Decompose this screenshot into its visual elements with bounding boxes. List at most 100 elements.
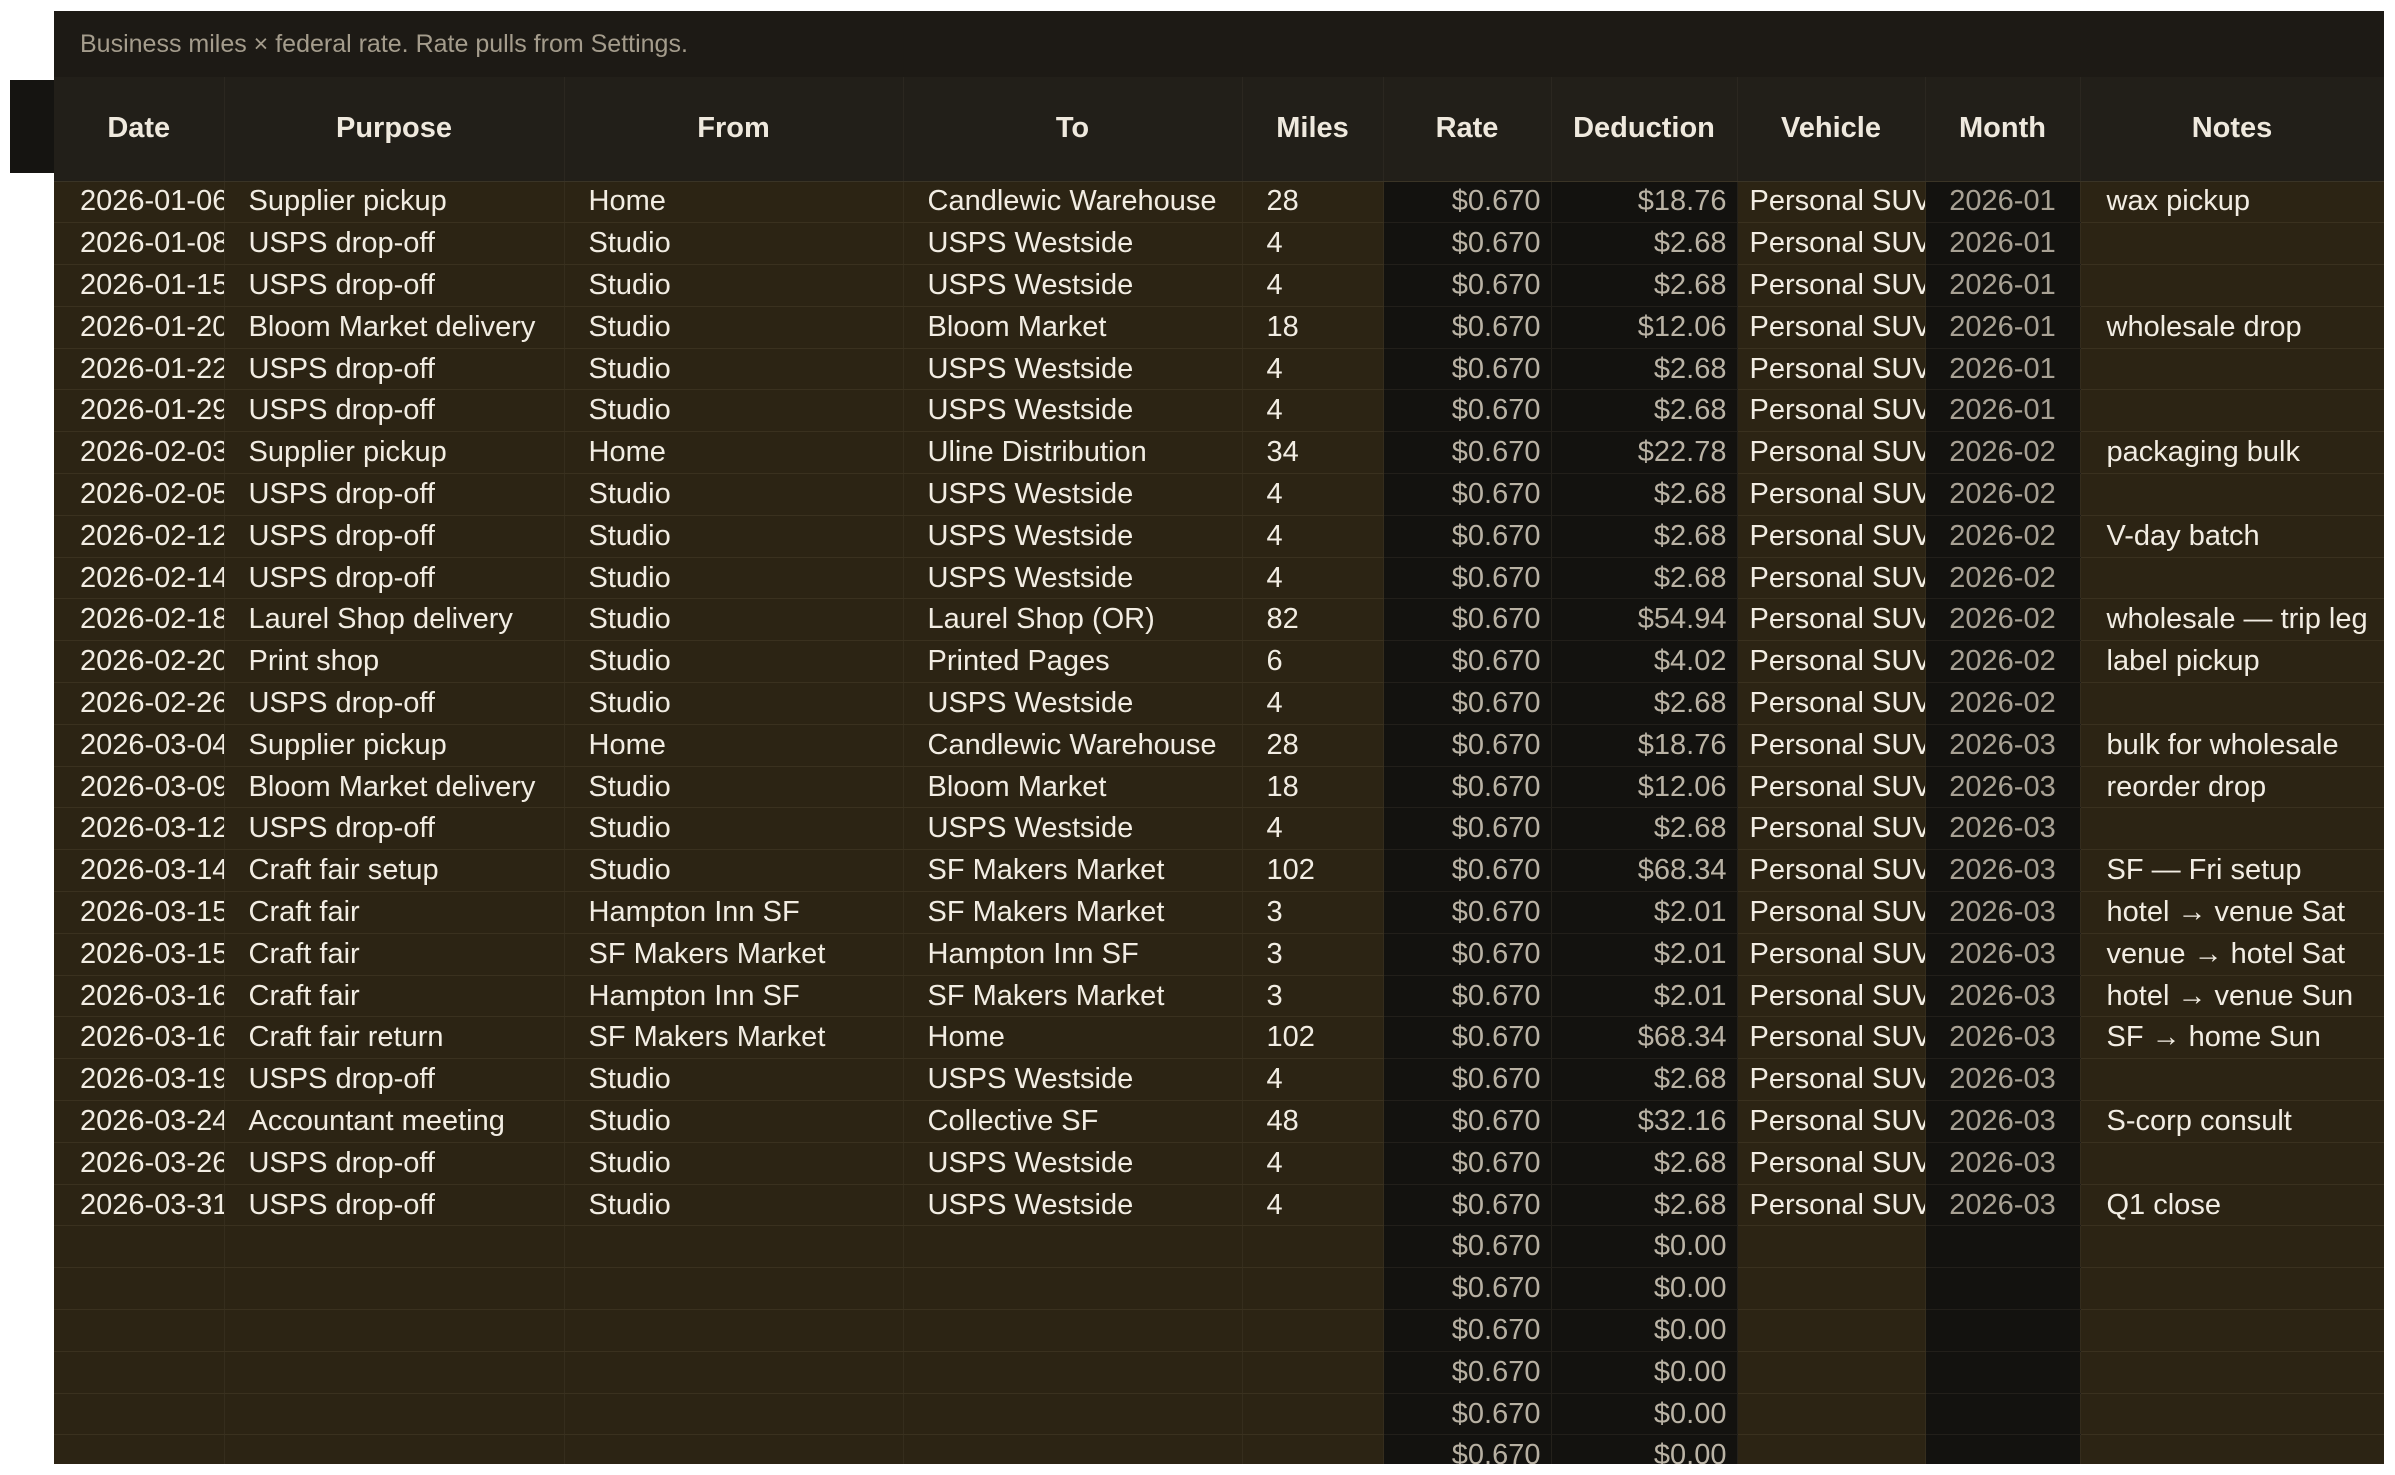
cell-ded[interactable]: $0.00 — [1551, 1434, 1738, 1464]
cell-month[interactable]: 2026-02 — [1925, 473, 2081, 516]
cell-ded[interactable]: $0.00 — [1551, 1267, 1738, 1311]
cell-notes[interactable] — [2080, 222, 2384, 266]
cell-rate[interactable]: $0.670 — [1383, 640, 1552, 684]
cell-to[interactable] — [903, 1309, 1243, 1352]
cell-from[interactable] — [564, 1309, 904, 1352]
cell-month[interactable]: 2026-03 — [1925, 724, 2081, 767]
cell-vehicle[interactable] — [1737, 1393, 1926, 1436]
cell-from[interactable]: Home — [564, 431, 904, 475]
cell-month[interactable]: 2026-02 — [1925, 682, 2081, 725]
cell-vehicle[interactable]: Personal SUV — [1737, 807, 1926, 851]
cell-month[interactable]: 2026-03 — [1925, 1100, 2081, 1143]
cell-month[interactable]: 2026-03 — [1925, 849, 2081, 893]
cell-date[interactable]: 2026-01-06 — [54, 181, 225, 224]
cell-to[interactable]: USPS Westside — [903, 473, 1243, 516]
cell-miles[interactable]: 3 — [1242, 933, 1384, 976]
cell-notes[interactable] — [2080, 264, 2384, 307]
cell-purpose[interactable] — [224, 1309, 565, 1352]
cell-purpose[interactable]: Supplier pickup — [224, 181, 565, 224]
cell-notes[interactable] — [2080, 1225, 2384, 1269]
cell-notes[interactable]: bulk for wholesale — [2080, 724, 2384, 767]
cell-vehicle[interactable]: Personal SUV — [1737, 1100, 1926, 1143]
cell-notes[interactable] — [2080, 1393, 2384, 1436]
cell-date[interactable]: 2026-03-16 — [54, 975, 225, 1018]
cell-to[interactable]: USPS Westside — [903, 1142, 1243, 1185]
cell-from[interactable] — [564, 1393, 904, 1436]
cell-ded[interactable]: $2.68 — [1551, 515, 1738, 558]
cell-purpose[interactable]: Supplier pickup — [224, 431, 565, 475]
cell-rate[interactable]: $0.670 — [1383, 264, 1552, 307]
cell-vehicle[interactable]: Personal SUV — [1737, 1016, 1926, 1060]
cell-month[interactable]: 2026-03 — [1925, 891, 2081, 934]
cell-ded[interactable]: $2.68 — [1551, 682, 1738, 725]
cell-to[interactable]: Printed Pages — [903, 640, 1243, 684]
cell-miles[interactable]: 82 — [1242, 598, 1384, 642]
cell-rate[interactable]: $0.670 — [1383, 1058, 1552, 1102]
cell-notes[interactable] — [2080, 1434, 2384, 1464]
cell-vehicle[interactable]: Personal SUV — [1737, 181, 1926, 224]
cell-ded[interactable]: $22.78 — [1551, 431, 1738, 475]
cell-to[interactable]: Hampton Inn SF — [903, 933, 1243, 976]
cell-date[interactable]: 2026-02-12 — [54, 515, 225, 558]
cell-vehicle[interactable]: Personal SUV — [1737, 933, 1926, 976]
cell-to[interactable]: Laurel Shop (OR) — [903, 598, 1243, 642]
cell-ded[interactable]: $32.16 — [1551, 1100, 1738, 1143]
cell-month[interactable]: 2026-01 — [1925, 264, 2081, 307]
cell-to[interactable]: Uline Distribution — [903, 431, 1243, 475]
cell-rate[interactable]: $0.670 — [1383, 181, 1552, 224]
cell-ded[interactable]: $2.01 — [1551, 891, 1738, 934]
cell-miles[interactable]: 4 — [1242, 682, 1384, 725]
cell-from[interactable]: Studio — [564, 306, 904, 349]
cell-vehicle[interactable] — [1737, 1225, 1926, 1269]
cell-notes[interactable]: S-corp consult — [2080, 1100, 2384, 1143]
cell-miles[interactable]: 102 — [1242, 1016, 1384, 1060]
col-header-vehicle[interactable]: Vehicle — [1737, 77, 1926, 182]
cell-from[interactable]: Studio — [564, 1184, 904, 1227]
cell-purpose[interactable] — [224, 1267, 565, 1311]
cell-date[interactable]: 2026-02-26 — [54, 682, 225, 725]
col-header-date[interactable]: Date — [54, 77, 225, 182]
cell-notes[interactable] — [2080, 473, 2384, 516]
cell-ded[interactable]: $4.02 — [1551, 640, 1738, 684]
cell-from[interactable]: Studio — [564, 515, 904, 558]
cell-notes[interactable] — [2080, 807, 2384, 851]
cell-vehicle[interactable]: Personal SUV — [1737, 557, 1926, 600]
cell-vehicle[interactable]: Personal SUV — [1737, 891, 1926, 934]
cell-purpose[interactable]: USPS drop-off — [224, 1184, 565, 1227]
cell-miles[interactable]: 18 — [1242, 306, 1384, 349]
cell-from[interactable]: Studio — [564, 557, 904, 600]
cell-vehicle[interactable]: Personal SUV — [1737, 306, 1926, 349]
cell-notes[interactable]: V-day batch — [2080, 515, 2384, 558]
cell-from[interactable]: Hampton Inn SF — [564, 891, 904, 934]
cell-date[interactable]: 2026-03-26 — [54, 1142, 225, 1185]
cell-from[interactable]: Studio — [564, 222, 904, 266]
cell-month[interactable]: 2026-02 — [1925, 515, 2081, 558]
cell-month[interactable]: 2026-03 — [1925, 1142, 2081, 1185]
col-header-purpose[interactable]: Purpose — [224, 77, 565, 182]
cell-rate[interactable]: $0.670 — [1383, 557, 1552, 600]
cell-rate[interactable]: $0.670 — [1383, 222, 1552, 266]
cell-to[interactable]: SF Makers Market — [903, 849, 1243, 893]
cell-purpose[interactable] — [224, 1393, 565, 1436]
cell-purpose[interactable]: Craft fair — [224, 933, 565, 976]
cell-ded[interactable]: $18.76 — [1551, 181, 1738, 224]
cell-purpose[interactable]: USPS drop-off — [224, 682, 565, 725]
cell-date[interactable]: 2026-03-19 — [54, 1058, 225, 1102]
cell-from[interactable]: Studio — [564, 389, 904, 433]
cell-rate[interactable]: $0.670 — [1383, 1309, 1552, 1352]
cell-month[interactable] — [1925, 1225, 2081, 1269]
cell-rate[interactable]: $0.670 — [1383, 306, 1552, 349]
cell-to[interactable]: SF Makers Market — [903, 975, 1243, 1018]
cell-vehicle[interactable] — [1737, 1434, 1926, 1464]
cell-ded[interactable]: $0.00 — [1551, 1225, 1738, 1269]
cell-to[interactable]: USPS Westside — [903, 389, 1243, 433]
cell-month[interactable] — [1925, 1309, 2081, 1352]
cell-month[interactable]: 2026-03 — [1925, 1184, 2081, 1227]
cell-purpose[interactable]: USPS drop-off — [224, 389, 565, 433]
cell-purpose[interactable]: USPS drop-off — [224, 1142, 565, 1185]
cell-month[interactable]: 2026-01 — [1925, 306, 2081, 349]
cell-rate[interactable]: $0.670 — [1383, 682, 1552, 725]
cell-miles[interactable]: 4 — [1242, 1184, 1384, 1227]
cell-miles[interactable] — [1242, 1434, 1384, 1464]
cell-purpose[interactable]: Craft fair — [224, 975, 565, 1018]
